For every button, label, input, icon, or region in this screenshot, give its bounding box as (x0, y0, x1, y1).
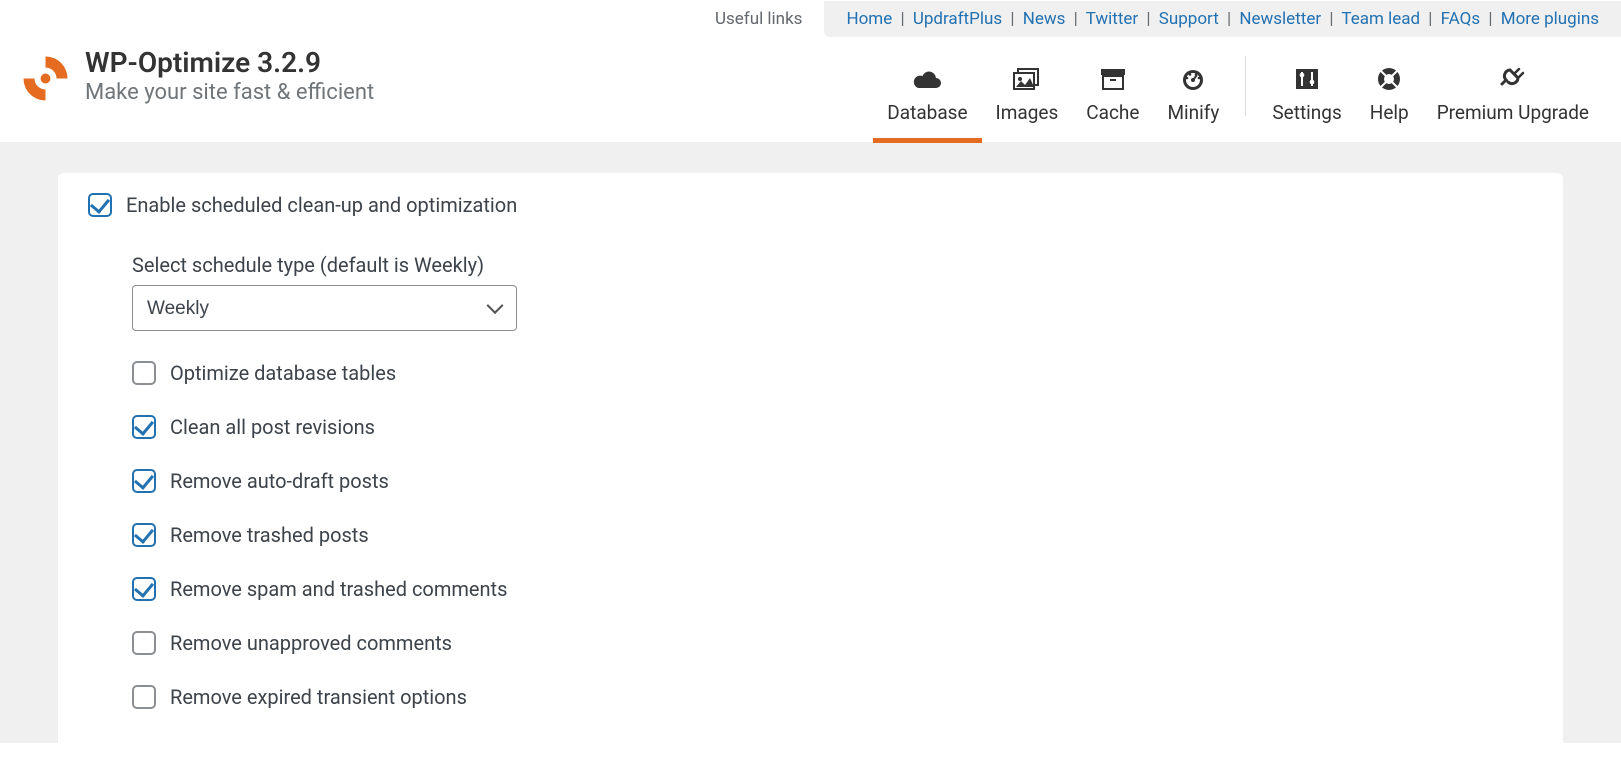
tab-database[interactable]: Database (873, 47, 981, 142)
option-enable-scheduled: Enable scheduled clean-up and optimizati… (88, 193, 1533, 217)
checkbox-remove-transients[interactable] (132, 685, 156, 709)
option-remove-auto-draft: Remove auto-draft posts (132, 469, 1533, 493)
option-label: Remove trashed posts (170, 523, 369, 547)
option-remove-unapproved: Remove unapproved comments (132, 631, 1533, 655)
link-updraftplus[interactable]: UpdraftPlus (913, 9, 1002, 29)
tab-label: Premium Upgrade (1437, 101, 1589, 124)
separator: | (1488, 9, 1492, 29)
link-news[interactable]: News (1023, 9, 1066, 29)
option-clean-revisions: Clean all post revisions (132, 415, 1533, 439)
separator: | (1428, 9, 1432, 29)
schedule-type-label: Select schedule type (default is Weekly) (132, 253, 1533, 277)
link-team-lead[interactable]: Team lead (1341, 9, 1420, 29)
sub-options: Optimize database tables Clean all post … (132, 361, 1533, 709)
brand-text: WP-Optimize 3.2.9 Make your site fast & … (85, 48, 374, 106)
option-label: Clean all post revisions (170, 415, 375, 439)
checkbox-remove-auto-draft[interactable] (132, 469, 156, 493)
tab-label: Database (887, 101, 967, 124)
checkbox-remove-spam[interactable] (132, 577, 156, 601)
tab-cache[interactable]: Cache (1072, 47, 1153, 142)
tab-label: Images (996, 101, 1059, 124)
cloud-icon (912, 65, 942, 93)
checkbox-enable-scheduled[interactable] (88, 193, 112, 217)
useful-links-label: Useful links (715, 9, 825, 29)
checkbox-remove-trashed-posts[interactable] (132, 523, 156, 547)
tab-images[interactable]: Images (982, 47, 1073, 142)
option-remove-transients: Remove expired transient options (132, 685, 1533, 709)
schedule-block: Select schedule type (default is Weekly)… (132, 253, 1533, 331)
brand-title: WP-Optimize 3.2.9 (85, 48, 374, 79)
schedule-select-wrap: Weekly (132, 285, 517, 331)
tab-label: Minify (1167, 101, 1219, 124)
option-label: Remove unapproved comments (170, 631, 452, 655)
checkbox-clean-revisions[interactable] (132, 415, 156, 439)
tab-label: Help (1370, 101, 1409, 124)
option-label: Remove auto-draft posts (170, 469, 389, 493)
schedule-select[interactable]: Weekly (132, 285, 517, 331)
tab-settings[interactable]: Settings (1258, 47, 1355, 142)
brand-logo-icon (18, 51, 73, 106)
separator: | (1146, 9, 1150, 29)
option-label: Remove spam and trashed comments (170, 577, 507, 601)
archive-icon (1100, 65, 1126, 93)
nav-divider (1245, 56, 1246, 116)
link-faqs[interactable]: FAQs (1441, 9, 1480, 29)
tab-label: Settings (1272, 101, 1341, 124)
tab-help[interactable]: Help (1356, 47, 1423, 142)
separator: | (1329, 9, 1333, 29)
topbar: Useful links Home | UpdraftPlus | News |… (0, 0, 1621, 37)
header: WP-Optimize 3.2.9 Make your site fast & … (0, 37, 1621, 143)
link-more-plugins[interactable]: More plugins (1501, 9, 1599, 29)
plug-icon (1500, 65, 1526, 93)
option-label: Remove expired transient options (170, 685, 467, 709)
brand-tagline: Make your site fast & efficient (85, 80, 374, 105)
tab-premium[interactable]: Premium Upgrade (1423, 47, 1603, 142)
settings-panel: Enable scheduled clean-up and optimizati… (58, 173, 1563, 773)
option-label: Enable scheduled clean-up and optimizati… (126, 193, 517, 217)
option-optimize-tables: Optimize database tables (132, 361, 1533, 385)
tab-minify[interactable]: Minify (1153, 47, 1233, 142)
separator: | (1227, 9, 1231, 29)
checkbox-remove-unapproved[interactable] (132, 631, 156, 655)
option-remove-spam: Remove spam and trashed comments (132, 577, 1533, 601)
link-newsletter[interactable]: Newsletter (1239, 9, 1321, 29)
page-body: Enable scheduled clean-up and optimizati… (0, 143, 1621, 743)
images-icon (1012, 65, 1042, 93)
nav-tabs: Database Images Cache Minify Settings (873, 47, 1603, 142)
separator: | (900, 9, 904, 29)
lifebuoy-icon (1377, 65, 1401, 93)
top-links: Home | UpdraftPlus | News | Twitter | Su… (824, 1, 1621, 37)
option-remove-trashed-posts: Remove trashed posts (132, 523, 1533, 547)
link-home[interactable]: Home (846, 9, 892, 29)
separator: | (1010, 9, 1014, 29)
link-twitter[interactable]: Twitter (1086, 9, 1138, 29)
gauge-icon (1180, 65, 1206, 93)
sliders-icon (1295, 65, 1319, 93)
option-label: Optimize database tables (170, 361, 396, 385)
checkbox-optimize-tables[interactable] (132, 361, 156, 385)
tab-label: Cache (1086, 101, 1139, 124)
separator: | (1074, 9, 1078, 29)
brand: WP-Optimize 3.2.9 Make your site fast & … (18, 47, 374, 106)
link-support[interactable]: Support (1159, 9, 1219, 29)
